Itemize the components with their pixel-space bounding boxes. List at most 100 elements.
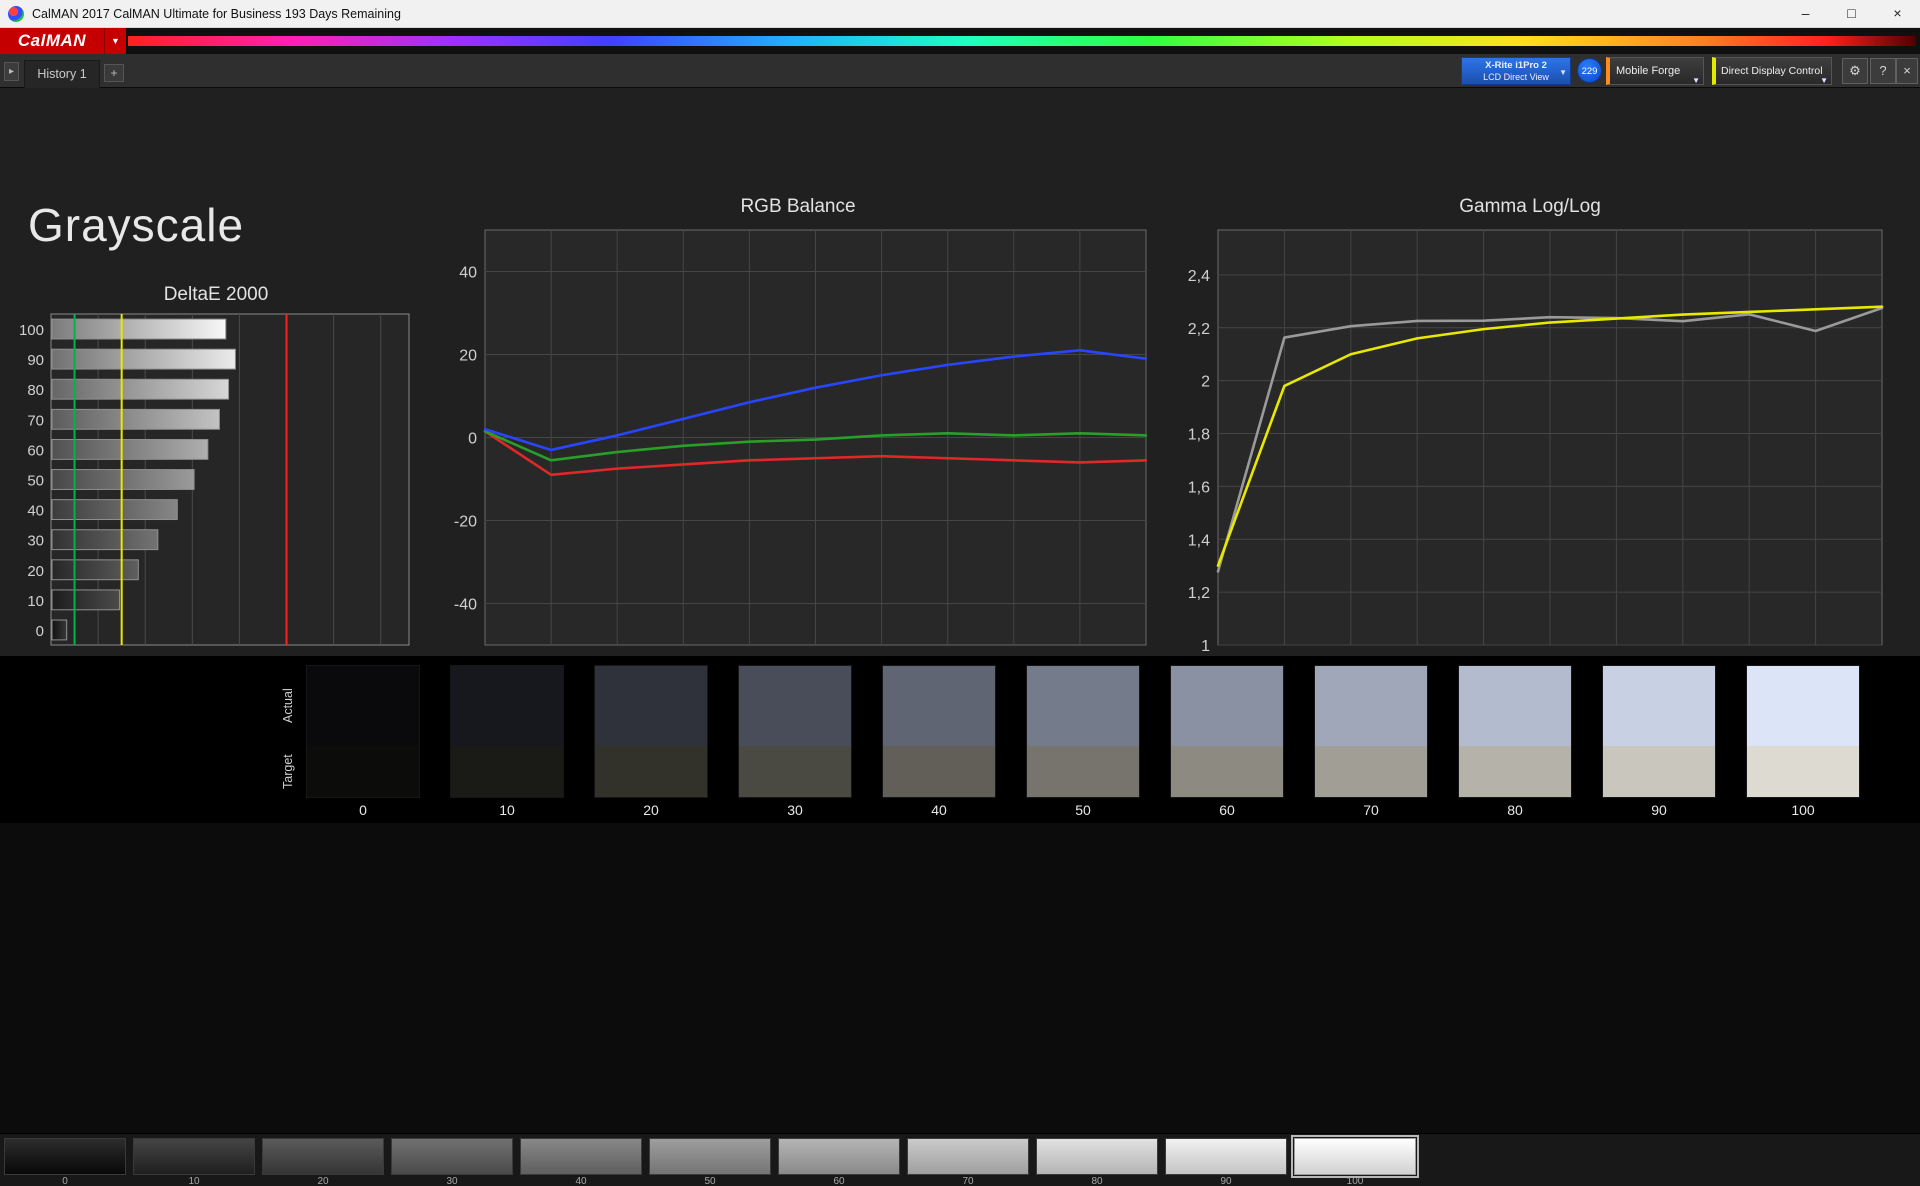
svg-text:1,6: 1,6 (1188, 479, 1210, 496)
gear-icon[interactable]: ⚙ (1842, 58, 1868, 84)
history-expand-icon[interactable]: ▸ (4, 62, 19, 81)
swatch-level-label: 50 (1075, 802, 1091, 818)
pattern-level-label: 40 (575, 1176, 587, 1186)
pattern-button-10[interactable] (133, 1138, 255, 1175)
grayscale-swatch-50 (1026, 665, 1140, 798)
rainbow-gradient-bar (128, 36, 1916, 46)
svg-text:0: 0 (468, 431, 477, 448)
svg-text:2,2: 2,2 (1188, 321, 1210, 338)
swatch-target (451, 746, 563, 797)
pattern-button-90[interactable] (1165, 1138, 1287, 1175)
pattern-level-label: 50 (704, 1176, 716, 1186)
svg-text:10: 10 (27, 593, 44, 610)
calman-logo[interactable]: CalMAN (0, 28, 104, 54)
swatch-actual (595, 666, 707, 746)
pattern-level-label: 60 (833, 1176, 845, 1186)
swatch-actual (307, 666, 419, 746)
meter-dropdown[interactable]: X-Rite i1Pro 2 LCD Direct View ▼ (1461, 57, 1571, 85)
tab-history-1[interactable]: History 1 (24, 60, 100, 88)
swatch-level-label: 100 (1791, 802, 1815, 818)
swatch-target (883, 746, 995, 797)
svg-text:1,2: 1,2 (1188, 585, 1210, 602)
target-row-label: Target (281, 754, 295, 790)
svg-text:30: 30 (27, 533, 44, 550)
brand-strip: CalMAN ▼ (0, 28, 1920, 54)
gamma-plot-area: 010203040506070809010011,21,41,61,822,22… (1172, 222, 1895, 678)
chevron-down-icon: ▼ (1559, 68, 1567, 77)
pattern-button-20[interactable] (262, 1138, 384, 1175)
grayscale-swatch-0 (306, 665, 420, 798)
add-tab-button[interactable]: + (104, 64, 124, 82)
svg-text:40: 40 (459, 265, 477, 282)
maximize-button[interactable]: □ (1829, 0, 1874, 28)
pattern-bar: 0102030405060708090100 ◉▶▦∞ «Back Next» (0, 1133, 1920, 1186)
gamma-chart-title: Gamma Log/Log (1459, 196, 1601, 217)
swatch-level-label: 80 (1507, 802, 1523, 818)
pattern-button-60[interactable] (778, 1138, 900, 1175)
pattern-level-label: 80 (1091, 1176, 1103, 1186)
grayscale-swatch-100 (1746, 665, 1860, 798)
svg-text:80: 80 (27, 382, 44, 399)
grayscale-swatch-strip: Actual Target 0 10 20 30 40 50 60 70 80 90 100 (0, 656, 1920, 823)
display-control-dropdown[interactable]: Direct Display Control ▼ (1712, 57, 1832, 85)
close-icon[interactable]: × (1896, 58, 1918, 84)
meter-status-badge: 229 (1577, 58, 1602, 83)
deltae-plot-area: 024681012141009080706050403020100 (8, 310, 424, 678)
swatch-level-label: 90 (1651, 802, 1667, 818)
close-window-button[interactable]: × (1875, 0, 1920, 28)
svg-text:90: 90 (27, 352, 44, 369)
swatch-level-label: 20 (643, 802, 659, 818)
logo-dropdown-arrow-icon[interactable]: ▼ (104, 28, 126, 54)
pattern-button-40[interactable] (520, 1138, 642, 1175)
swatch-actual (1603, 666, 1715, 746)
swatch-target (1315, 746, 1427, 797)
swatch-level-label: 0 (359, 802, 367, 818)
grayscale-swatch-40 (882, 665, 996, 798)
swatch-target (739, 746, 851, 797)
swatch-actual (451, 666, 563, 746)
pattern-level-label: 20 (317, 1176, 329, 1186)
rgb-balance-chart: RGB Balance 010203040506070809010040200-… (440, 196, 1160, 678)
swatch-level-label: 40 (931, 802, 947, 818)
swatch-target (1171, 746, 1283, 797)
page-title: Grayscale (28, 199, 245, 251)
source-dropdown[interactable]: Mobile Forge ▼ (1606, 57, 1704, 85)
svg-text:50: 50 (27, 473, 44, 490)
svg-text:1: 1 (1201, 638, 1210, 655)
swatch-level-label: 70 (1363, 802, 1379, 818)
deltae-chart: DeltaE 2000 0246810121410090807060504030… (8, 284, 424, 678)
svg-text:2: 2 (1201, 374, 1210, 391)
pattern-button-50[interactable] (649, 1138, 771, 1175)
gamma-chart: Gamma Log/Log 010203040506070809010011,2… (1172, 196, 1896, 678)
minimize-button[interactable]: – (1783, 0, 1828, 28)
meter-mode: LCD Direct View (1483, 72, 1549, 82)
swatch-level-label: 30 (787, 802, 803, 818)
swatch-target (1603, 746, 1715, 797)
swatch-target (307, 746, 419, 797)
pattern-level-label: 10 (188, 1176, 200, 1186)
pattern-level-label: 30 (446, 1176, 458, 1186)
svg-text:-40: -40 (454, 597, 477, 614)
pattern-button-80[interactable] (1036, 1138, 1158, 1175)
main-panel: Grayscale DeltaE 2000 024681012141009080… (0, 88, 1920, 728)
svg-text:100: 100 (19, 322, 44, 339)
svg-text:1,8: 1,8 (1188, 427, 1210, 444)
grayscale-swatch-10 (450, 665, 564, 798)
pattern-button-30[interactable] (391, 1138, 513, 1175)
window-titlebar: CalMAN 2017 CalMAN Ultimate for Business… (0, 0, 1920, 28)
grayscale-swatch-90 (1602, 665, 1716, 798)
swatch-actual (1027, 666, 1139, 746)
grayscale-swatch-20 (594, 665, 708, 798)
pattern-button-0[interactable] (4, 1138, 126, 1175)
swatch-actual (1315, 666, 1427, 746)
swatch-target (1459, 746, 1571, 797)
pattern-button-100[interactable] (1291, 1135, 1419, 1178)
pattern-level-label: 0 (62, 1176, 68, 1186)
pattern-button-70[interactable] (907, 1138, 1029, 1175)
grayscale-swatch-30 (738, 665, 852, 798)
svg-text:-20: -20 (454, 514, 477, 531)
svg-text:0: 0 (36, 623, 44, 640)
swatch-actual (1747, 666, 1859, 746)
help-icon[interactable]: ? (1870, 58, 1896, 84)
meter-name: X-Rite i1Pro 2 (1485, 60, 1547, 71)
